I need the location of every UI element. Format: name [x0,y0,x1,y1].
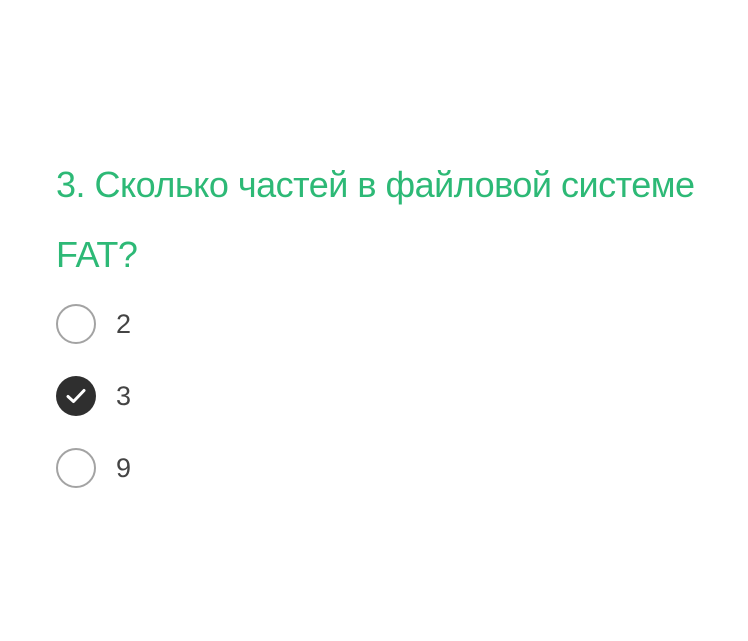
option-label: 2 [116,309,132,339]
option-3[interactable]: 3 [56,376,456,416]
radio-button[interactable] [56,448,96,488]
option-9[interactable]: 9 [56,448,456,488]
radio-button[interactable] [56,304,96,344]
check-icon [66,389,86,403]
question-title: 3. Сколько частей в файловой системе FAT… [56,164,695,275]
option-label: 9 [116,453,132,483]
radio-button[interactable] [56,376,96,416]
option-label: 3 [116,381,132,411]
quiz-page: 3. Сколько частей в файловой системе FAT… [0,0,748,641]
answer-options: 2 3 9 [56,304,456,520]
option-2[interactable]: 2 [56,304,456,344]
